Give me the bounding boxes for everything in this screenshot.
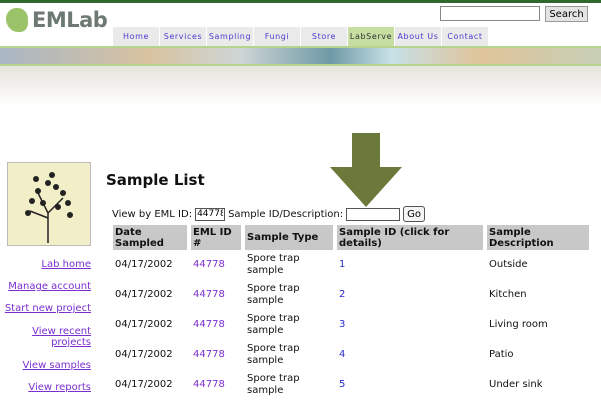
eml-id-label: View by EML ID: — [112, 208, 193, 220]
sample-desc-label: Sample ID/Description: — [228, 208, 344, 220]
description-cell: Under sink — [489, 379, 543, 390]
go-button[interactable]: Go — [403, 206, 425, 222]
table-row: 04/17/2002 44778 Spore trap sample 5 Under s… — [113, 370, 589, 400]
date-cell: 04/17/2002 — [115, 349, 173, 360]
table-row: 04/17/2002 44778 Spore trap sample 4 Patio — [113, 340, 589, 370]
nav-tab-labserve[interactable]: LabServe — [348, 27, 394, 46]
eml-id-link[interactable]: 44778 — [193, 379, 225, 390]
id-cell: 1 — [337, 250, 483, 280]
logo-text: EMLab — [32, 8, 108, 32]
sample-table: Date Sampled EML ID # Sample Type Sample… — [109, 225, 593, 400]
eml-cell: 44778 — [191, 370, 241, 400]
nav-tab-home[interactable]: Home — [113, 27, 159, 46]
sample-id-link[interactable]: 3 — [339, 319, 345, 330]
filter-form: View by EML ID: Sample ID/Description: G… — [112, 206, 425, 222]
sidebar-link-lab-home[interactable]: Lab home — [41, 259, 91, 270]
id-cell: 5 — [337, 370, 483, 400]
banner-image — [0, 48, 601, 65]
sidebar-link-view-recent-projects[interactable]: View recent projects — [21, 326, 91, 348]
nav-tab-about-us[interactable]: About Us — [395, 27, 441, 46]
date-cell: 04/17/2002 — [115, 259, 173, 270]
nav-tab-services[interactable]: Services — [160, 27, 206, 46]
eml-cell: 44778 — [191, 280, 241, 310]
top-bar — [0, 0, 601, 3]
sample-id-link[interactable]: 1 — [339, 259, 345, 270]
sample-id-link[interactable]: 4 — [339, 349, 345, 360]
col-date: Date Sampled — [113, 225, 187, 250]
arrow-down-icon — [330, 133, 402, 207]
id-cell: 4 — [337, 340, 483, 370]
eml-cell: 44778 — [191, 310, 241, 340]
eml-id-link[interactable]: 44778 — [193, 259, 225, 270]
eml-id-input[interactable] — [195, 207, 226, 221]
table-row: 04/17/2002 44778 Spore trap sample 1 Outside — [113, 250, 589, 280]
leaf-logo-icon — [6, 8, 28, 32]
nav-tab-sampling[interactable]: Sampling — [207, 27, 253, 46]
eml-cell: 44778 — [191, 250, 241, 280]
col-sample-id: Sample ID (click for details) — [337, 225, 483, 250]
nav-tab-store[interactable]: Store — [301, 27, 347, 46]
eml-id-link[interactable]: 44778 — [193, 289, 225, 300]
id-cell: 3 — [337, 310, 483, 340]
col-sample-type: Sample Type — [245, 225, 333, 250]
description-cell: Patio — [489, 349, 514, 360]
type-cell: Spore trap sample — [247, 283, 300, 306]
id-cell: 2 — [337, 280, 483, 310]
type-cell: Spore trap sample — [247, 343, 300, 366]
date-cell: 04/17/2002 — [115, 289, 173, 300]
eml-id-link[interactable]: 44778 — [193, 319, 225, 330]
eml-id-link[interactable]: 44778 — [193, 349, 225, 360]
table-row: 04/17/2002 44778 Spore trap sample 2 Kitchen — [113, 280, 589, 310]
type-cell: Spore trap sample — [247, 253, 300, 276]
type-cell: Spore trap sample — [247, 373, 300, 396]
main-nav: Home Services Sampling Fungi Store LabServe Ab… — [113, 27, 489, 46]
date-cell: 04/17/2002 — [115, 319, 173, 330]
eml-cell: 44778 — [191, 340, 241, 370]
search-input[interactable] — [440, 6, 540, 21]
table-row: 04/17/2002 44778 Spore trap sample 3 Living … — [113, 310, 589, 340]
sample-desc-input[interactable] — [346, 207, 401, 221]
description-cell: Living room — [489, 319, 548, 330]
sidebar-link-manage-account[interactable]: Manage account — [8, 281, 91, 292]
date-cell: 04/17/2002 — [115, 379, 173, 390]
sample-id-link[interactable]: 5 — [339, 379, 345, 390]
page-title: Sample List — [106, 171, 205, 189]
sidebar-link-view-reports[interactable]: View reports — [28, 382, 91, 393]
col-eml-id: EML ID # — [191, 225, 241, 250]
nav-tab-fungi[interactable]: Fungi — [254, 27, 300, 46]
banner-fade — [0, 66, 601, 106]
search-button[interactable]: Search — [545, 6, 588, 22]
type-cell: Spore trap sample — [247, 313, 300, 336]
logo[interactable]: EMLab — [6, 8, 108, 32]
col-description: Sample Description — [487, 225, 589, 250]
description-cell: Kitchen — [489, 289, 527, 300]
sidebar-link-start-new-project[interactable]: Start new project — [5, 303, 91, 314]
fungus-image — [7, 162, 91, 246]
sample-id-link[interactable]: 2 — [339, 289, 345, 300]
sidebar-link-view-samples[interactable]: View samples — [23, 360, 91, 371]
nav-tab-contact[interactable]: Contact — [442, 27, 488, 46]
description-cell: Outside — [489, 259, 528, 270]
